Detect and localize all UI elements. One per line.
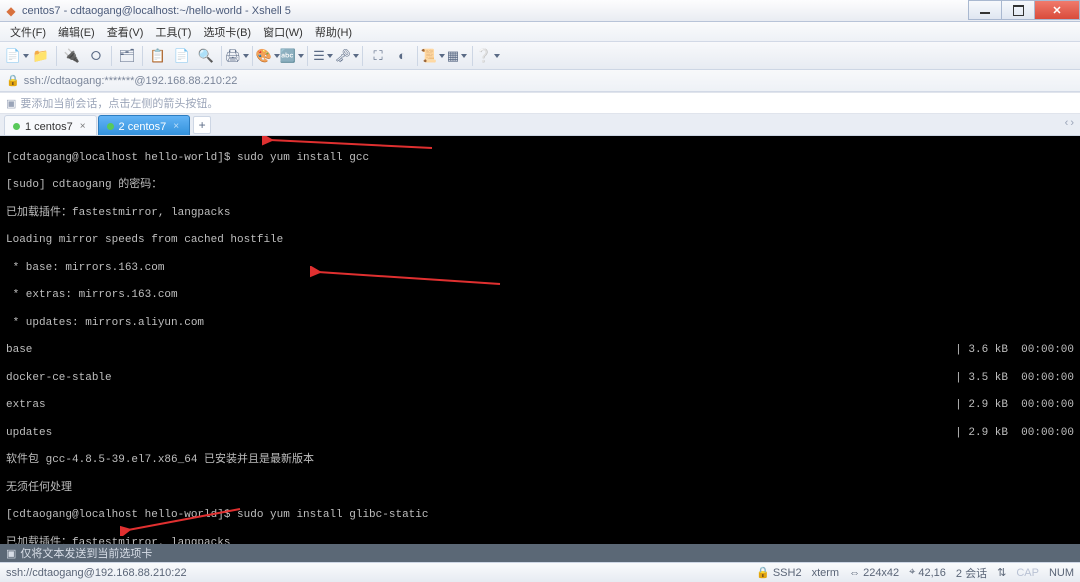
fullscreen-button[interactable]: ⛶ bbox=[367, 45, 389, 67]
menu-help[interactable]: 帮助(H) bbox=[311, 22, 356, 42]
session-tab-2[interactable]: 2 centos7 × bbox=[98, 115, 191, 135]
open-button[interactable]: 📁 bbox=[30, 45, 52, 67]
term-line: 已加载插件：fastestmirror, langpacks bbox=[6, 207, 1074, 221]
menu-edit[interactable]: 编辑(E) bbox=[54, 22, 99, 42]
hint-text: 要添加当前会话，点击左侧的箭头按钮。 bbox=[20, 95, 218, 111]
compose-text[interactable]: 仅将文本发送到当前选项卡 bbox=[20, 545, 152, 561]
toolbar: 📄 📁 🔌 ⭘ 🗂 📋 📄 🔍 🖨 🎨 🔤 ☰ 🗝 ⛶ ◐ 📜 ▦ ❔ bbox=[0, 42, 1080, 70]
status-dot-icon bbox=[107, 123, 114, 130]
help-button[interactable]: ❔ bbox=[477, 45, 499, 67]
tab-next-icon[interactable]: › bbox=[1070, 117, 1074, 129]
new-session-button[interactable]: 📄 bbox=[6, 45, 28, 67]
session-tab-1[interactable]: 1 centos7 × bbox=[4, 115, 97, 135]
paste-button[interactable]: 📄 bbox=[171, 45, 193, 67]
properties-button[interactable]: 🗂 bbox=[116, 45, 138, 67]
add-tab-button[interactable]: + bbox=[193, 116, 211, 134]
term-line: [cdtaogang@localhost hello-world]$ sudo … bbox=[6, 509, 1074, 523]
address-text[interactable]: ssh://cdtaogang:*******@192.168.88.210:2… bbox=[24, 75, 238, 87]
term-line: * base: mirrors.163.com bbox=[6, 262, 1074, 276]
term-line: updates| 2.9 kB 00:00:00 bbox=[6, 427, 1074, 441]
status-sessions: 2 会话 bbox=[956, 565, 987, 581]
color-scheme-button[interactable]: 🎨 bbox=[257, 45, 279, 67]
term-line: [cdtaogang@localhost hello-world]$ sudo … bbox=[6, 152, 1074, 166]
term-line: [sudo] cdtaogang 的密码： bbox=[6, 179, 1074, 193]
term-line: * updates: mirrors.aliyun.com bbox=[6, 317, 1074, 331]
tab-prev-icon[interactable]: ‹ bbox=[1065, 117, 1069, 129]
compose-icon: ▣ bbox=[6, 547, 16, 560]
status-connection: ssh://cdtaogang@192.168.88.210:22 bbox=[6, 567, 187, 579]
term-line: * extras: mirrors.163.com bbox=[6, 289, 1074, 303]
find-button[interactable]: 🔍 bbox=[195, 45, 217, 67]
status-cap: CAP bbox=[1016, 567, 1039, 579]
status-termtype: xterm bbox=[812, 567, 840, 579]
status-size: ⇔ 224x42 bbox=[849, 567, 899, 579]
transparency-button[interactable]: ◐ bbox=[391, 45, 413, 67]
address-bar: 🔒 ssh://cdtaogang:*******@192.168.88.210… bbox=[0, 70, 1080, 92]
reconnect-button[interactable]: 🔌 bbox=[61, 45, 83, 67]
status-num: NUM bbox=[1049, 567, 1074, 579]
encoding-button[interactable]: ☰ bbox=[312, 45, 334, 67]
layout-button[interactable]: ▦ bbox=[446, 45, 468, 67]
copy-button[interactable]: 📋 bbox=[147, 45, 169, 67]
tab-close-icon[interactable]: × bbox=[173, 121, 179, 132]
term-line: extras| 2.9 kB 00:00:00 bbox=[6, 399, 1074, 413]
term-line: Loading mirror speeds from cached hostfi… bbox=[6, 234, 1074, 248]
window-titlebar: ◆ centos7 - cdtaogang@localhost:~/hello-… bbox=[0, 0, 1080, 22]
status-cursor: ⌖ 42,16 bbox=[909, 566, 946, 579]
lock-button[interactable]: 🗝 bbox=[336, 45, 358, 67]
lock-icon: 🔒 bbox=[6, 74, 20, 87]
print-button[interactable]: 🖨 bbox=[226, 45, 248, 67]
term-line: docker-ce-stable| 3.5 kB 00:00:00 bbox=[6, 372, 1074, 386]
status-network-icon: ⇅ bbox=[997, 566, 1006, 579]
hint-arrow-icon: ▣ bbox=[6, 97, 16, 110]
term-line: 已加载插件：fastestmirror, langpacks bbox=[6, 537, 1074, 544]
tab-label: 1 centos7 bbox=[25, 121, 73, 133]
hint-bar: ▣ 要添加当前会话，点击左侧的箭头按钮。 bbox=[0, 92, 1080, 114]
window-title: centos7 - cdtaogang@localhost:~/hello-wo… bbox=[22, 5, 291, 17]
tab-nav: ‹ › bbox=[1065, 117, 1074, 129]
terminal[interactable]: [cdtaogang@localhost hello-world]$ sudo … bbox=[0, 136, 1080, 544]
status-protocol: 🔒 SSH2 bbox=[756, 566, 801, 579]
menu-tools[interactable]: 工具(T) bbox=[151, 22, 195, 42]
font-button[interactable]: 🔤 bbox=[281, 45, 303, 67]
minimize-button[interactable] bbox=[968, 0, 1002, 20]
tab-bar: 1 centos7 × 2 centos7 × + ‹ › bbox=[0, 114, 1080, 136]
maximize-button[interactable] bbox=[1001, 0, 1035, 20]
status-dot-icon bbox=[13, 123, 20, 130]
script-button[interactable]: 📜 bbox=[422, 45, 444, 67]
app-icon: ◆ bbox=[4, 4, 18, 18]
tab-close-icon[interactable]: × bbox=[80, 121, 86, 132]
menu-tab[interactable]: 选项卡(B) bbox=[199, 22, 255, 42]
tab-label: 2 centos7 bbox=[119, 121, 167, 133]
term-line: base| 3.6 kB 00:00:00 bbox=[6, 344, 1074, 358]
menu-file[interactable]: 文件(F) bbox=[6, 22, 50, 42]
disconnect-button[interactable]: ⭘ bbox=[85, 45, 107, 67]
compose-bar: ▣ 仅将文本发送到当前选项卡 bbox=[0, 544, 1080, 562]
status-bar: ssh://cdtaogang@192.168.88.210:22 🔒 SSH2… bbox=[0, 562, 1080, 582]
menu-view[interactable]: 查看(V) bbox=[103, 22, 148, 42]
term-line: 无须任何处理 bbox=[6, 482, 1074, 496]
menu-window[interactable]: 窗口(W) bbox=[259, 22, 307, 42]
close-button[interactable] bbox=[1034, 0, 1080, 20]
menu-bar: 文件(F) 编辑(E) 查看(V) 工具(T) 选项卡(B) 窗口(W) 帮助(… bbox=[0, 22, 1080, 42]
term-line: 软件包 gcc-4.8.5-39.el7.x86_64 已安装并且是最新版本 bbox=[6, 454, 1074, 468]
